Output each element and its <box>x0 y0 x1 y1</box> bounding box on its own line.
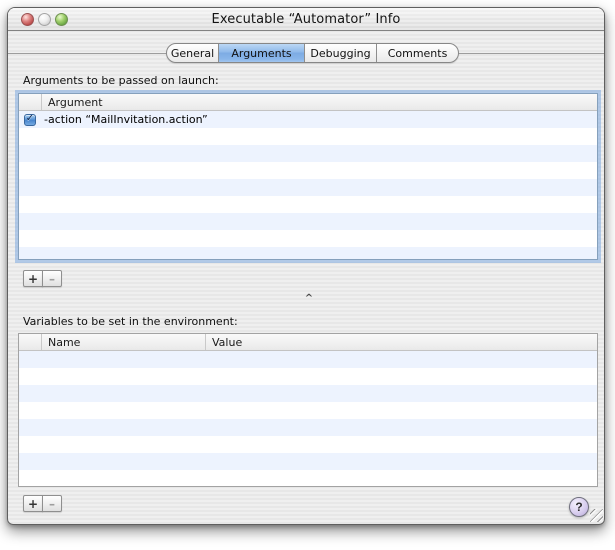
variables-add-remove-group: + – <box>23 495 62 512</box>
argument-row[interactable]: ✓ -action “MailInvitation.action” <box>19 111 597 128</box>
remove-variable-button[interactable]: – <box>42 495 62 512</box>
empty-row <box>19 230 597 247</box>
tab-arguments[interactable]: Arguments <box>218 44 304 62</box>
resize-grip[interactable] <box>590 509 603 522</box>
titlebar[interactable]: Executable “Automator” Info <box>8 8 604 31</box>
empty-row <box>19 402 597 419</box>
empty-row <box>19 385 597 402</box>
empty-row <box>19 247 597 260</box>
empty-row <box>19 368 597 385</box>
add-argument-button[interactable]: + <box>23 270 43 287</box>
empty-row <box>19 179 597 196</box>
argument-checkbox[interactable]: ✓ <box>24 114 36 126</box>
empty-row <box>19 145 597 162</box>
empty-row <box>19 436 597 453</box>
arguments-section-label: Arguments to be passed on launch: <box>23 74 219 87</box>
empty-row <box>19 128 597 145</box>
empty-row <box>19 419 597 436</box>
arguments-add-remove-group: + – <box>23 270 62 287</box>
tab-bar: General Arguments Debugging Comments <box>166 43 459 63</box>
empty-row <box>19 213 597 230</box>
window-title: Executable “Automator” Info <box>8 12 604 27</box>
arguments-table-header: Argument <box>19 94 597 111</box>
tab-debugging[interactable]: Debugging <box>304 44 376 62</box>
argument-enabled-column-header[interactable] <box>19 94 42 110</box>
help-button[interactable]: ? <box>569 497 589 517</box>
empty-row <box>19 470 597 487</box>
tab-general[interactable]: General <box>167 44 218 62</box>
variables-table-header: Name Value <box>19 334 597 351</box>
empty-row <box>19 453 597 470</box>
splitter-collapse-handle[interactable]: ^ <box>302 294 316 304</box>
variable-name-column-header[interactable]: Name <box>42 334 206 350</box>
argument-value: -action “MailInvitation.action” <box>36 113 208 126</box>
remove-argument-button[interactable]: – <box>42 270 62 287</box>
checkmark-icon: ✓ <box>26 114 34 124</box>
add-variable-button[interactable]: + <box>23 495 43 512</box>
tab-comments[interactable]: Comments <box>376 44 458 62</box>
variable-enabled-column-header[interactable] <box>19 334 42 350</box>
variables-section-label: Variables to be set in the environment: <box>23 315 238 328</box>
empty-row <box>19 351 597 368</box>
variables-table[interactable]: Name Value <box>18 333 598 487</box>
empty-row <box>19 162 597 179</box>
argument-column-header[interactable]: Argument <box>42 94 597 110</box>
variable-value-column-header[interactable]: Value <box>206 334 597 350</box>
info-window: Executable “Automator” Info General Argu… <box>7 7 605 525</box>
arguments-table[interactable]: Argument ✓ -action “MailInvitation.actio… <box>18 93 598 260</box>
empty-row <box>19 196 597 213</box>
